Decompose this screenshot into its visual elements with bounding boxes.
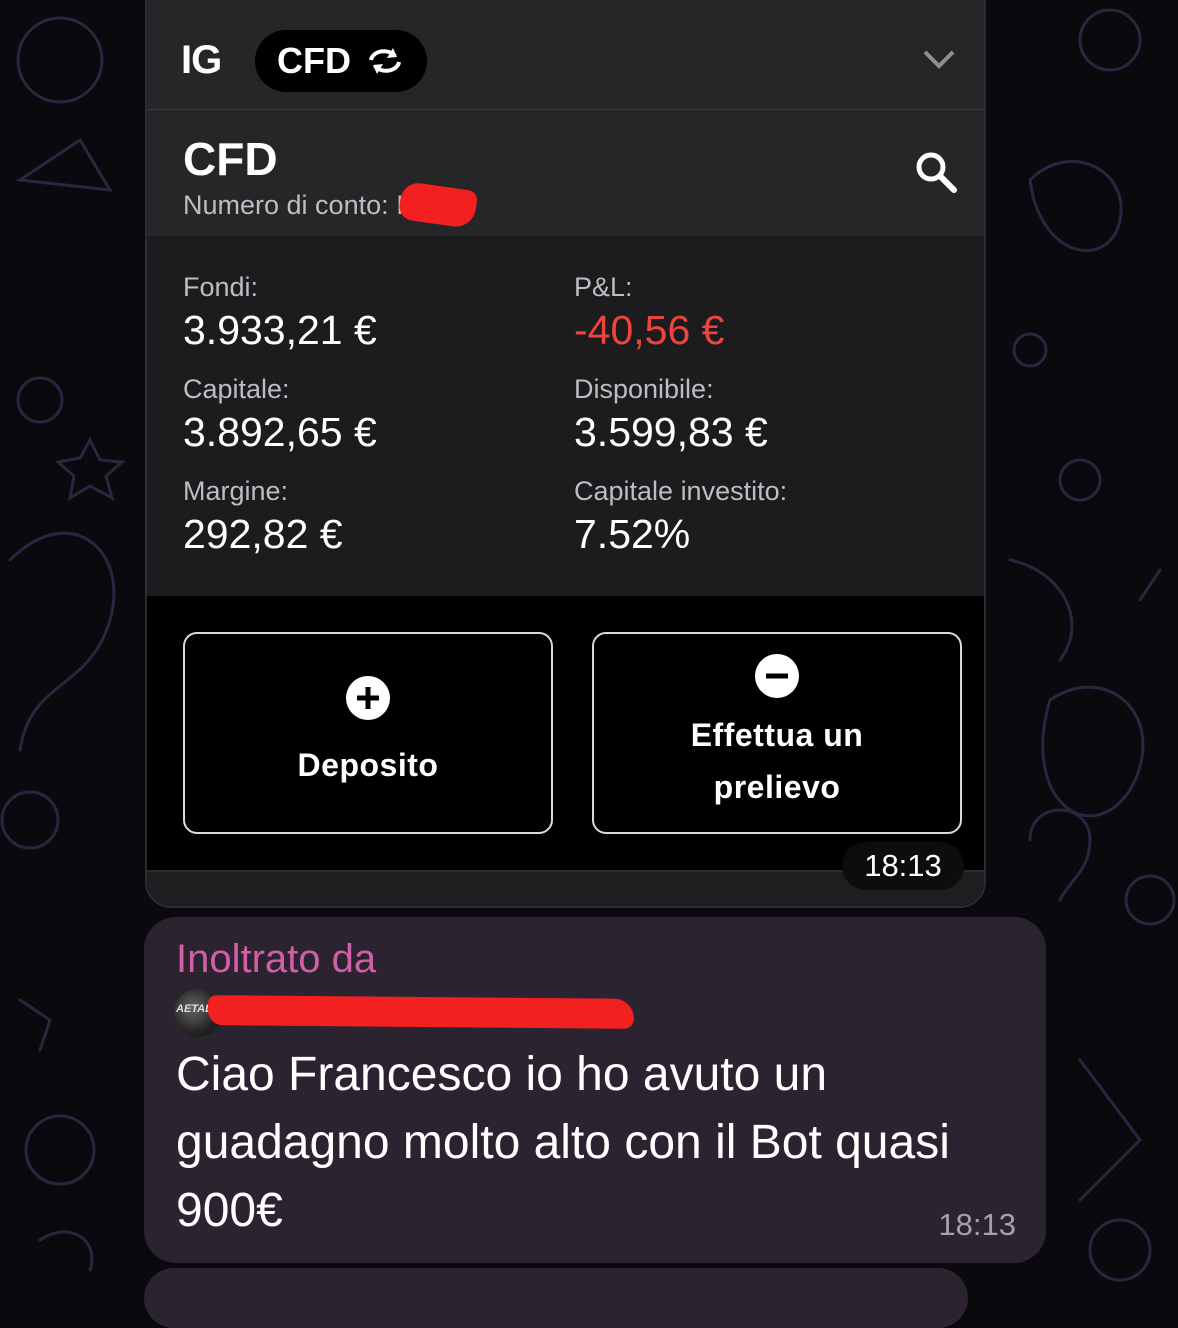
stat-label: Capitale investito: xyxy=(574,476,788,506)
avatar-text: AETAL xyxy=(176,1003,212,1015)
chevron-down-icon[interactable] xyxy=(922,48,956,70)
account-title: CFD xyxy=(183,133,278,185)
deposit-label: Deposito xyxy=(297,747,439,783)
stat-value: 292,82 € xyxy=(183,511,343,557)
redaction-mark xyxy=(207,995,635,1029)
screenshot-bubble[interactable]: IG CFD CFD Numero di conto: I Fondi: 3.9… xyxy=(145,0,986,908)
brand-logo: IG xyxy=(181,38,222,82)
message-text: Ciao Francesco io ho avuto un guadagno m… xyxy=(176,1048,950,1237)
withdraw-label-line1: Effettua un xyxy=(690,717,864,753)
minus-circle-icon xyxy=(755,654,799,698)
message-timestamp: 18:13 xyxy=(938,1207,1016,1242)
plus-circle-icon xyxy=(346,676,390,720)
account-bar: CFD Numero di conto: I xyxy=(147,110,984,236)
stat-value: 3.933,21 € xyxy=(183,307,377,353)
redaction-mark xyxy=(397,180,478,230)
withdraw-label: Effettua un prelievo xyxy=(691,709,864,813)
stat-disponibile: Disponibile: 3.599,83 € xyxy=(574,374,768,456)
deposit-button[interactable]: Deposito xyxy=(183,632,553,834)
stat-value: 3.892,65 € xyxy=(183,409,377,455)
switch-icon xyxy=(369,48,401,74)
stat-label: P&L: xyxy=(574,272,633,302)
forwarded-message[interactable]: Inoltrato da AETAL Ciao Francesco io ho … xyxy=(144,917,1046,1263)
account-type-label: CFD xyxy=(277,40,351,81)
message-timestamp: 18:13 xyxy=(842,842,964,890)
stat-label: Capitale: xyxy=(183,374,290,404)
withdraw-label-line2: prelievo xyxy=(713,769,841,805)
app-header: IG CFD xyxy=(147,0,984,110)
withdraw-button[interactable]: Effettua un prelievo xyxy=(592,632,962,834)
account-actions: Deposito Effettua un prelievo 18:13 xyxy=(147,596,984,906)
next-message-bubble[interactable] xyxy=(144,1268,968,1328)
search-icon[interactable] xyxy=(914,150,958,194)
stat-value: -40,56 € xyxy=(574,307,725,353)
stat-label: Fondi: xyxy=(183,272,259,302)
stat-label: Disponibile: xyxy=(574,374,714,404)
account-type-switcher[interactable]: CFD xyxy=(255,30,427,92)
account-number: Numero di conto: I xyxy=(183,189,404,220)
account-stats: Fondi: 3.933,21 € P&L: -40,56 € Capitale… xyxy=(147,236,984,596)
stat-value: 3.599,83 € xyxy=(574,409,768,455)
stat-pl: P&L: -40,56 € xyxy=(574,272,724,354)
stat-value: 7.52% xyxy=(574,511,691,557)
account-number-row: Numero di conto: I xyxy=(183,180,478,230)
stat-capitale: Capitale: 3.892,65 € xyxy=(183,374,377,456)
stat-margine: Margine: 292,82 € xyxy=(183,476,343,558)
forwarded-from-label: Inoltrato da xyxy=(176,937,377,981)
stat-capitale-investito: Capitale investito: 7.52% xyxy=(574,476,787,558)
stat-fondi: Fondi: 3.933,21 € xyxy=(183,272,377,354)
stat-label: Margine: xyxy=(183,476,289,506)
